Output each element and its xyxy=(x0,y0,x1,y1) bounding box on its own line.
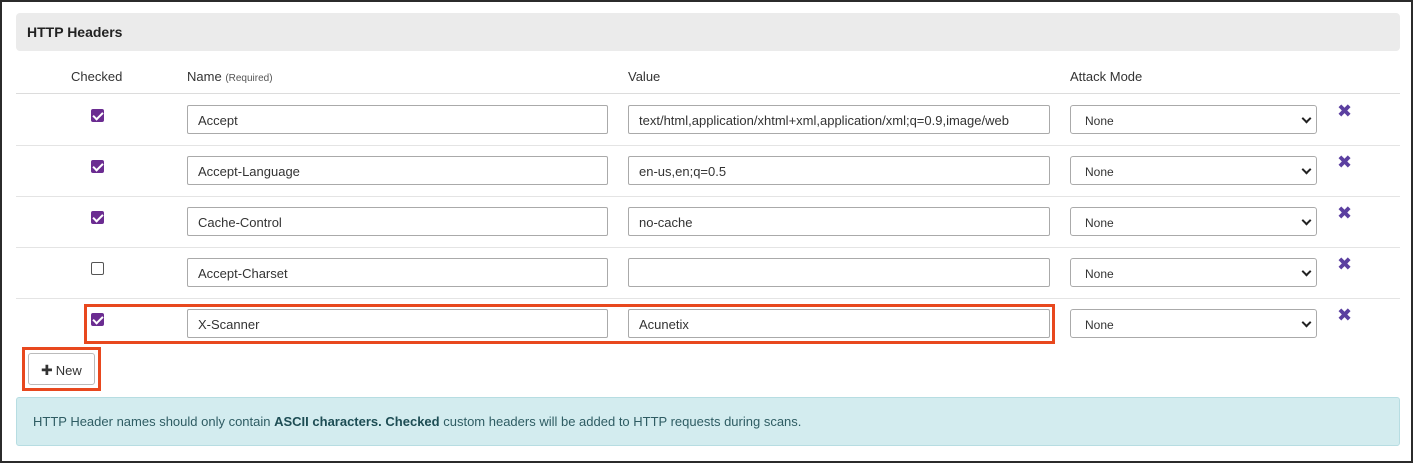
panel-title: HTTP Headers xyxy=(16,13,1400,51)
attack-mode-select[interactable]: None xyxy=(1070,156,1317,185)
header-value-input[interactable]: text/html,application/xhtml+xml,applicat… xyxy=(628,105,1050,134)
new-button-label: New xyxy=(55,363,82,378)
attack-mode-select[interactable]: None xyxy=(1070,105,1317,134)
column-name-hint: (Required) xyxy=(225,73,273,84)
row-checkbox[interactable] xyxy=(91,160,104,173)
attack-mode-value: None xyxy=(1085,267,1114,281)
table-row: X-Scanner Acunetix None ✖ xyxy=(16,299,1400,350)
chevron-down-icon xyxy=(1301,113,1312,124)
delete-row-icon[interactable]: ✖ xyxy=(1337,152,1352,172)
header-name-input[interactable]: X-Scanner xyxy=(187,309,608,338)
row-checkbox[interactable] xyxy=(91,262,104,275)
attack-mode-select[interactable]: None xyxy=(1070,309,1317,338)
chevron-down-icon xyxy=(1301,266,1312,277)
table-row: Accept text/html,application/xhtml+xml,a… xyxy=(16,95,1400,146)
alert-emphasis: Checked xyxy=(385,414,440,429)
header-value-input[interactable]: en-us,en;q=0.5 xyxy=(628,156,1050,185)
delete-row-icon[interactable]: ✖ xyxy=(1337,203,1352,223)
attack-mode-select[interactable]: None xyxy=(1070,258,1317,287)
table-row: Accept-Language en-us,en;q=0.5 None ✖ xyxy=(16,146,1400,197)
column-name-label: Name xyxy=(187,69,222,84)
attack-mode-value: None xyxy=(1085,216,1114,230)
alert-text: custom headers will be added to HTTP req… xyxy=(439,414,802,429)
attack-mode-select[interactable]: None xyxy=(1070,207,1317,236)
chevron-down-icon xyxy=(1301,317,1312,328)
row-checkbox[interactable] xyxy=(91,211,104,224)
info-alert: HTTP Header names should only contain AS… xyxy=(16,397,1400,446)
column-value: Value xyxy=(628,69,661,84)
attack-mode-value: None xyxy=(1085,318,1114,332)
alert-emphasis: ASCII characters. xyxy=(274,414,382,429)
header-value-input[interactable]: Acunetix xyxy=(628,309,1050,338)
chevron-down-icon xyxy=(1301,164,1312,175)
header-name-input[interactable]: Cache-Control xyxy=(187,207,608,236)
header-value-input[interactable] xyxy=(628,258,1050,287)
delete-row-icon[interactable]: ✖ xyxy=(1337,254,1352,274)
attack-mode-value: None xyxy=(1085,114,1114,128)
column-checked: Checked xyxy=(71,69,123,84)
row-checkbox[interactable] xyxy=(91,313,104,326)
header-name-input[interactable]: Accept-Language xyxy=(187,156,608,185)
alert-text: HTTP Header names should only contain xyxy=(33,414,275,429)
row-checkbox[interactable] xyxy=(91,109,104,122)
table-header: Checked Name (Required) Value Attack Mod… xyxy=(16,62,1400,94)
delete-row-icon[interactable]: ✖ xyxy=(1337,305,1352,325)
table-row: Cache-Control no-cache None ✖ xyxy=(16,197,1400,248)
plus-icon: ✚ xyxy=(41,362,53,378)
attack-mode-value: None xyxy=(1085,165,1114,179)
chevron-down-icon xyxy=(1301,215,1312,226)
column-name: Name (Required) xyxy=(187,69,273,84)
delete-row-icon[interactable]: ✖ xyxy=(1337,101,1352,121)
table-row: Accept-Charset None ✖ xyxy=(16,248,1400,299)
new-header-button[interactable]: ✚ New xyxy=(28,353,95,385)
column-attack-mode: Attack Mode xyxy=(1070,69,1143,84)
header-value-input[interactable]: no-cache xyxy=(628,207,1050,236)
header-name-input[interactable]: Accept-Charset xyxy=(187,258,608,287)
header-name-input[interactable]: Accept xyxy=(187,105,608,134)
